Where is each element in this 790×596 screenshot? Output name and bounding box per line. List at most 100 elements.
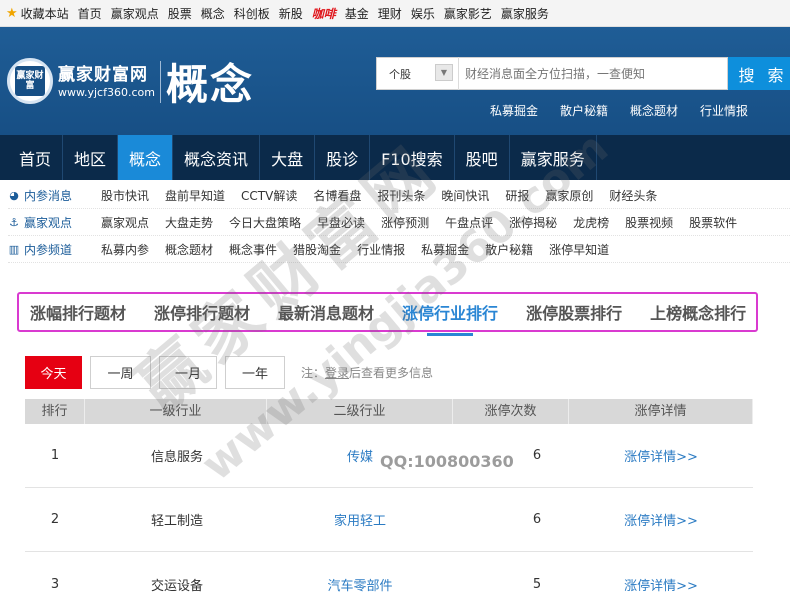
search-input[interactable]	[459, 58, 727, 89]
subnav-link[interactable]: 研报	[505, 187, 529, 204]
subnav-category: ◕ 内参消息	[8, 187, 101, 204]
tab-gain-topics[interactable]: 涨幅排行题材	[30, 300, 126, 324]
subnav-link[interactable]: 私募内参	[101, 241, 149, 258]
nav-item-region[interactable]: 地区	[63, 135, 119, 180]
cell-level1: 信息服务	[151, 450, 204, 465]
top-link-star-market[interactable]: 科创板	[234, 5, 270, 22]
column-header-rank: 排行	[25, 399, 85, 424]
subnav-link[interactable]: 大盘走势	[165, 214, 213, 231]
subnav-category-label: 内参消息	[24, 188, 73, 203]
subnav-link[interactable]: 报刊头条	[377, 187, 425, 204]
subnav-row-views: ⚓ 赢家观点 赢家观点 大盘走势 今日大盘策略 早盘必读 涨停预测 午盘点评 涨…	[8, 209, 790, 236]
subnav-link[interactable]: 晚间快讯	[441, 187, 489, 204]
nav-item-concept[interactable]: 概念	[118, 135, 174, 180]
subnav-link[interactable]: 今日大盘策略	[229, 214, 301, 231]
search-box: 个股 ▼	[376, 57, 728, 90]
subnav-link[interactable]: 早盘必读	[317, 214, 365, 231]
subnav-link[interactable]: 私募掘金	[421, 241, 469, 258]
site-logo[interactable]: 赢家财富	[7, 58, 53, 104]
subnav-link[interactable]: 赢家观点	[101, 214, 149, 231]
site-header: 赢家财富 赢家财富网 www.yjcf360.com 概念 个股 ▼ 搜 索 私…	[0, 27, 790, 135]
cell-level1: 轻工制造	[151, 514, 204, 529]
tab-latest-news-topics[interactable]: 最新消息题材	[278, 300, 374, 324]
anchor-icon: ⚓	[9, 215, 19, 229]
period-selector: 今天 一周 一月 一年 注：登录后查看更多信息	[25, 356, 433, 389]
note-prefix: 注：	[301, 366, 326, 380]
login-link[interactable]: 登录	[325, 366, 349, 380]
column-header-count: 涨停次数	[453, 399, 569, 424]
top-link-entertainment[interactable]: 娱乐	[411, 5, 435, 22]
cell-count: 5	[532, 576, 542, 592]
top-link-concept[interactable]: 概念	[201, 5, 225, 22]
subnav-link[interactable]: 午盘点评	[445, 214, 493, 231]
search-type-select[interactable]: 个股 ▼	[377, 57, 459, 90]
brand-name: 赢家财富网	[58, 65, 148, 85]
cell-count: 6	[532, 512, 542, 527]
table-row: 2 轻工制造 家用轻工 6 涨停详情>>	[25, 488, 753, 552]
period-week-button[interactable]: 一周	[90, 356, 151, 389]
search-button[interactable]: 搜 索	[728, 57, 790, 90]
cell-level1: 交运设备	[151, 578, 204, 594]
top-link-stocks[interactable]: 股票	[168, 5, 192, 22]
top-link-bar: ★ 收藏本站 首页 赢家观点 股票 概念 科创板 新股 咖啡 基金 理财 娱乐 …	[0, 0, 790, 27]
top-link-views[interactable]: 赢家观点	[111, 5, 159, 22]
top-link-home[interactable]: 首页	[78, 5, 102, 22]
top-link-coffee[interactable]: 咖啡	[312, 5, 336, 22]
subnav-link[interactable]: 股票视频	[625, 214, 673, 231]
brand-url: www.yjcf360.com	[58, 86, 155, 99]
nav-item-forum[interactable]: 股吧	[455, 135, 510, 180]
subnav-category: ▥ 内参频道	[8, 241, 101, 258]
subnav-link[interactable]: 龙虎榜	[573, 214, 609, 231]
subnav-link[interactable]: 行业情报	[357, 241, 405, 258]
tab-listed-concepts[interactable]: 上榜概念排行	[650, 300, 746, 324]
subnav-link[interactable]: 涨停揭秘	[509, 214, 557, 231]
nav-item-home[interactable]: 首页	[8, 135, 64, 180]
subnav-link[interactable]: 赢家原创	[545, 187, 593, 204]
period-year-button[interactable]: 一年	[225, 356, 285, 389]
cell-rank: 1	[50, 448, 60, 463]
subnav-link[interactable]: 概念题材	[165, 241, 213, 258]
subnav-link[interactable]: 股票软件	[689, 214, 737, 231]
bar-chart-icon: ▥	[8, 242, 20, 256]
top-link-finance[interactable]: 理财	[378, 5, 402, 22]
page-title: 概念	[166, 60, 255, 109]
tab-limit-up-topics[interactable]: 涨停排行题材	[154, 300, 250, 324]
cell-detail-link[interactable]: 涨停详情>>	[569, 575, 753, 594]
cell-level2-link[interactable]: 家用轻工	[267, 510, 453, 529]
subnav-row-insider-news: ◕ 内参消息 股市快讯 盘前早知道 CCTV解读 名博看盘 报刊头条 晚间快讯 …	[8, 182, 790, 209]
nav-item-services[interactable]: 赢家服务	[510, 135, 597, 180]
subnav-link[interactable]: 涨停预测	[381, 214, 429, 231]
subnav-link[interactable]: 概念事件	[229, 241, 277, 258]
tab-limit-up-industry[interactable]: 涨停行业排行	[402, 300, 498, 324]
top-link-funds[interactable]: 基金	[345, 5, 369, 22]
period-today-button[interactable]: 今天	[25, 356, 82, 389]
cell-detail-link[interactable]: 涨停详情>>	[569, 446, 753, 465]
subnav-link[interactable]: 盘前早知道	[165, 187, 225, 204]
cell-level2-link[interactable]: 汽车零部件	[267, 575, 453, 594]
top-link-services[interactable]: 赢家服务	[501, 5, 549, 22]
top-link-new-stocks[interactable]: 新股	[279, 5, 303, 22]
period-month-button[interactable]: 一月	[159, 356, 217, 389]
top-link-art[interactable]: 赢家影艺	[444, 5, 492, 22]
subnav-link[interactable]: 财经头条	[609, 187, 657, 204]
subnav-link[interactable]: 涨停早知道	[549, 241, 609, 258]
top-link-favorite[interactable]: 收藏本站	[21, 5, 69, 22]
nav-item-market[interactable]: 大盘	[260, 135, 316, 180]
quick-link-concept-topics[interactable]: 概念题材	[630, 102, 678, 119]
subnav-link[interactable]: 名博看盘	[313, 187, 361, 204]
subnav-link[interactable]: 股市快讯	[101, 187, 149, 204]
quick-link-private-fund[interactable]: 私募掘金	[490, 102, 538, 119]
nav-item-f10-search[interactable]: F10搜索	[370, 135, 455, 180]
column-header-level1: 一级行业	[85, 399, 267, 424]
cell-detail-link[interactable]: 涨停详情>>	[569, 510, 753, 529]
quick-link-retail-tips[interactable]: 散户秘籍	[560, 102, 608, 119]
star-icon: ★	[6, 5, 18, 21]
nav-item-concept-news[interactable]: 概念资讯	[173, 135, 261, 180]
quick-link-industry-intel[interactable]: 行业情报	[700, 102, 748, 119]
chevron-down-icon[interactable]: ▼	[435, 64, 453, 81]
subnav-link[interactable]: 猎股淘金	[293, 241, 341, 258]
tab-limit-up-stocks[interactable]: 涨停股票排行	[526, 300, 622, 324]
nav-item-stock-diagnosis[interactable]: 股诊	[315, 135, 371, 180]
subnav-link[interactable]: CCTV解读	[241, 187, 297, 204]
subnav-link[interactable]: 散户秘籍	[485, 241, 533, 258]
